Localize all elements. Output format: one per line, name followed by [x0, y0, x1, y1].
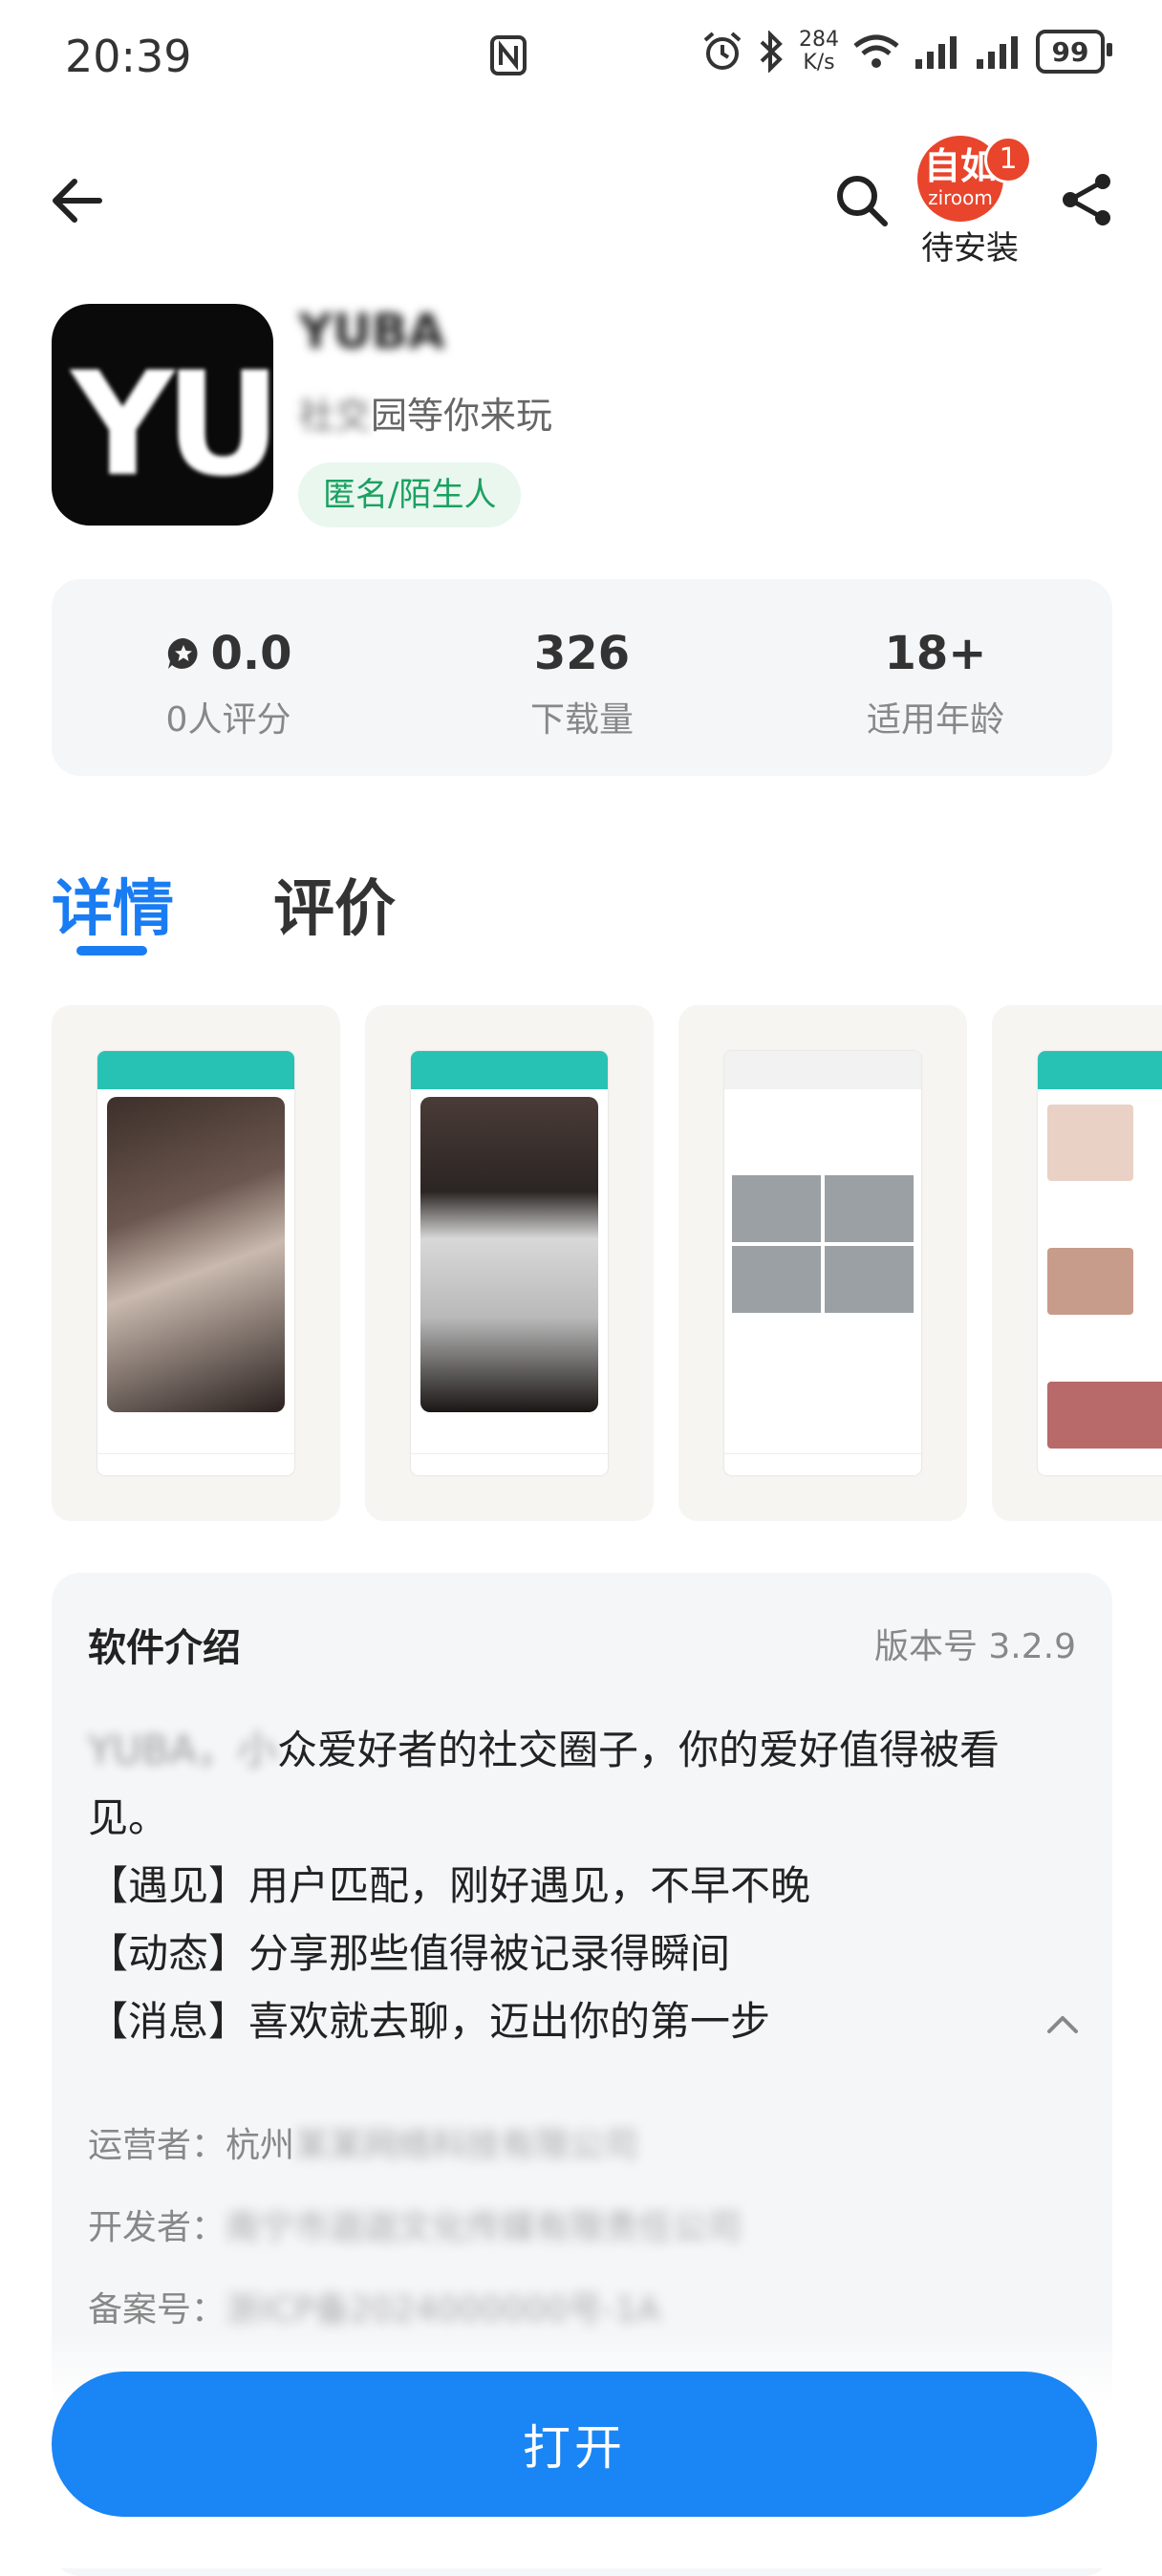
wifi-icon [853, 34, 899, 68]
alarm-icon [703, 32, 742, 70]
rating-stat[interactable]: 0.0 0人评分 [52, 579, 405, 776]
screenshot-phone [97, 1051, 294, 1475]
screenshot-header [1038, 1051, 1162, 1089]
tab-reviews[interactable]: 评价 [273, 860, 396, 948]
network-speed: 284 K/s [799, 29, 839, 75]
record-row: 备案号：浙ICP备2024000000号-1A [88, 2282, 660, 2331]
app-icon-text: YU [71, 342, 273, 508]
signal-icon-1 [915, 36, 957, 69]
record-label: 备案号： [88, 2290, 226, 2329]
intro-description: YUBA，小众爱好者的社交圈子，你的爱好值得被看见。 【遇见】用户匹配，刚好遇见… [88, 1716, 1044, 2055]
active-tab-indicator [76, 946, 147, 955]
download-stat: 326 下载量 [405, 579, 759, 776]
share-icon[interactable] [1057, 170, 1116, 229]
nfc-icon [490, 35, 527, 75]
age-label: 适用年龄 [866, 700, 1004, 740]
screenshot-photo-grid [732, 1175, 914, 1313]
chevron-up-icon[interactable] [1042, 2005, 1084, 2047]
screenshot-phone [1038, 1051, 1162, 1475]
back-arrow-icon[interactable] [48, 172, 105, 229]
screenshot-header [411, 1051, 608, 1089]
search-icon[interactable] [833, 172, 891, 229]
screenshot-bottom-nav [97, 1453, 294, 1475]
battery-indicator: 99 [1036, 30, 1112, 74]
app-slogan-blurred: 社交 [298, 395, 372, 437]
age-stat: 18+ 适用年龄 [759, 579, 1112, 776]
open-app-button[interactable]: 打开 [52, 2372, 1097, 2517]
download-value: 326 [533, 627, 631, 680]
screenshot-3[interactable] [678, 1005, 967, 1521]
category-tag[interactable]: 匿名/陌生人 [298, 462, 522, 527]
screenshot-1[interactable] [52, 1005, 340, 1521]
developer-row: 开发者：南宁市迦迦文化传媒有限责任公司 [88, 2200, 742, 2249]
network-speed-value: 284 [799, 28, 839, 52]
screenshot-header [97, 1051, 294, 1089]
screenshot-photo [420, 1097, 598, 1412]
stats-panel: 0.0 0人评分 326 下载量 18+ 适用年龄 [52, 579, 1112, 776]
tab-details[interactable]: 详情 [52, 860, 174, 948]
screenshot-2[interactable] [365, 1005, 654, 1521]
intro-title: 软件介绍 [88, 1626, 241, 1670]
pending-count-badge: 1 [984, 136, 1032, 183]
app-name: YUBA [298, 304, 445, 359]
download-label: 下载量 [529, 700, 634, 740]
operator-row: 运营者：杭州某某网络科技有限公司 [88, 2117, 638, 2167]
screenshot-bottom-nav [411, 1453, 608, 1475]
rating-label: 0人评分 [165, 700, 291, 740]
rating-icon [168, 637, 198, 669]
intro-line-3: 【动态】分享那些值得被记录得瞬间 [88, 1930, 731, 1977]
app-icon: YU [52, 304, 273, 526]
status-bar: 20:39 284 K/s 99 [0, 0, 1162, 115]
screenshot-header [724, 1051, 921, 1089]
age-value: 18+ [884, 627, 987, 680]
record-value: 浙ICP备2024000000号-1A [226, 2290, 661, 2329]
developer-value: 南宁市迦迦文化传媒有限责任公司 [226, 2208, 742, 2247]
network-speed-unit: K/s [803, 51, 835, 75]
screenshot-bottom-nav [724, 1453, 921, 1475]
screenshot-phone [724, 1051, 921, 1475]
status-icons: 284 K/s 99 [701, 29, 1112, 75]
intro-line-2: 【遇见】用户匹配，刚好遇见，不早不晚 [88, 1862, 811, 1909]
screenshot-photo [1047, 1105, 1133, 1181]
intro-blurred-name: YUBA，小 [88, 1727, 277, 1773]
screenshot-photo [1047, 1248, 1133, 1315]
screenshot-photo [107, 1097, 285, 1412]
screenshot-photo [1047, 1382, 1162, 1449]
bluetooth-icon [760, 31, 783, 73]
version-number: 版本号 3.2.9 [873, 1627, 1076, 1666]
rating-value: 0.0 [210, 627, 292, 680]
screenshot-phone [411, 1051, 608, 1475]
screenshot-carousel[interactable] [52, 1005, 1162, 1521]
app-slogan: 社交园等你来玩 [298, 386, 552, 439]
ziroom-logo-en: ziroom [928, 186, 993, 209]
status-time: 20:39 [65, 31, 192, 82]
pending-install-label[interactable]: 待安装 [917, 222, 1022, 268]
operator-value: 某某网络科技有限公司 [294, 2126, 639, 2165]
operator-prefix: 杭州 [226, 2126, 295, 2165]
signal-icon-2 [977, 36, 1018, 69]
app-slogan-text: 园等你来玩 [371, 395, 553, 437]
developer-label: 开发者： [88, 2208, 226, 2247]
screenshot-4[interactable] [992, 1005, 1162, 1521]
operator-label: 运营者： [88, 2126, 226, 2165]
intro-line-4: 【消息】喜欢就去聊，迈出你的第一步 [88, 1998, 771, 2045]
